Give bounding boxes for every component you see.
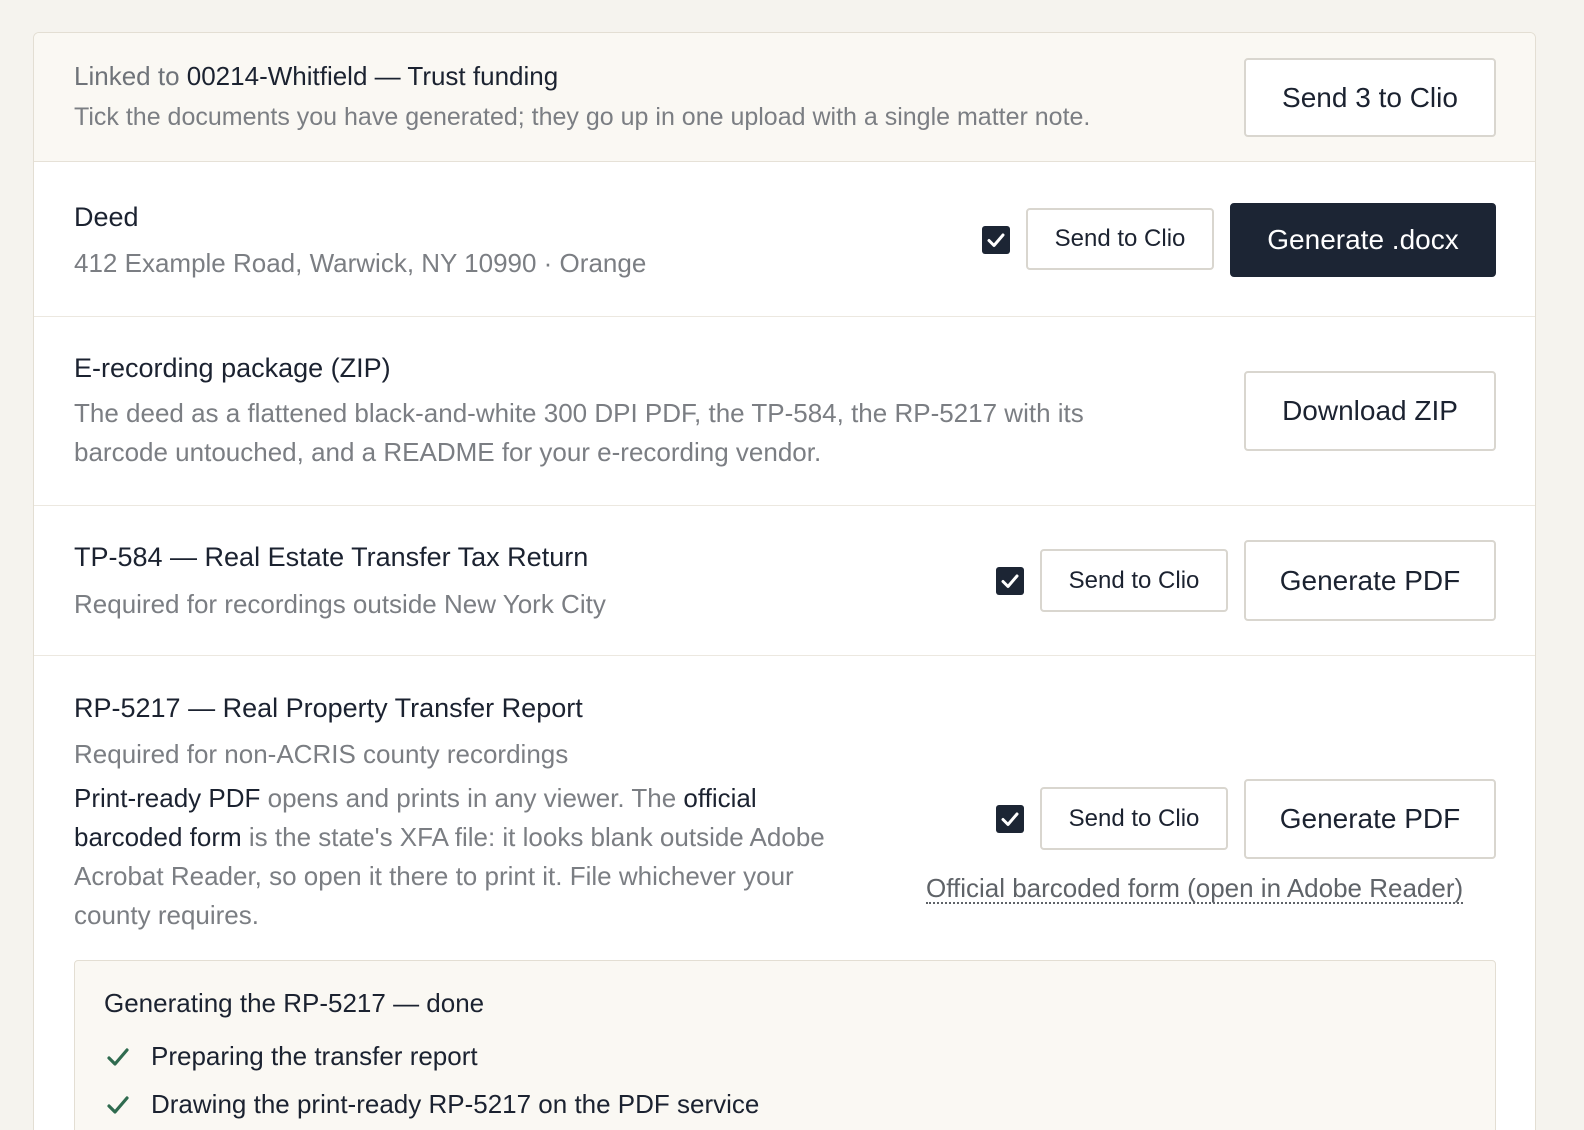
rp5217-note-line: Acrobat Reader, so open it there to prin… — [74, 861, 794, 891]
generation-status-panel: Generating the RP-5217 — done Preparing … — [74, 960, 1496, 1130]
panel-header: Linked to 00214-Whitfield — Trust fundin… — [34, 33, 1535, 162]
header-description: Tick the documents you have generated; t… — [74, 103, 1091, 131]
matter-name: 00214-Whitfield — Trust funding — [186, 61, 559, 91]
note-text: opens and prints in any viewer. The — [260, 783, 684, 813]
deed-send-checkbox[interactable] — [982, 226, 1010, 254]
document-row-tp584: TP-584 — Real Estate Transfer Tax Return… — [34, 506, 1535, 656]
checkmark-icon — [1001, 574, 1019, 588]
linked-prefix: Linked to — [74, 61, 180, 91]
generate-docx-button[interactable]: Generate .docx — [1230, 203, 1496, 277]
tp584-send-checkbox[interactable] — [996, 567, 1024, 595]
document-row-erecording: E-recording package (ZIP) The deed as a … — [34, 317, 1535, 506]
erecording-description: The deed as a flattened black-and-white … — [74, 394, 1084, 472]
rp5217-title: RP-5217 — Real Property Transfer Report — [74, 693, 583, 723]
status-step-label: Drawing the print-ready RP-5217 on the P… — [151, 1089, 760, 1119]
rp5217-note-line: Print-ready PDF opens and prints in any … — [74, 779, 904, 818]
rp5217-send-checkbox[interactable] — [996, 805, 1024, 833]
note-text: is the state's XFA file: it looks blank … — [241, 822, 825, 852]
deed-subtitle: 412 Example Road, Warwick, NY 10990 · Or… — [74, 248, 647, 278]
erecording-title: E-recording package (ZIP) — [74, 353, 391, 383]
send-all-to-clio-button[interactable]: Send 3 to Clio — [1244, 58, 1496, 137]
tp584-generate-pdf-button[interactable]: Generate PDF — [1244, 540, 1496, 621]
rp5217-send-to-clio-button[interactable]: Send to Clio — [1040, 787, 1228, 850]
check-icon — [107, 1095, 129, 1114]
rp5217-generate-pdf-button[interactable]: Generate PDF — [1244, 779, 1496, 859]
erecording-description-line: The deed as a flattened black-and-white … — [74, 398, 1084, 428]
linked-matter: Linked to 00214-Whitfield — Trust fundin… — [74, 61, 558, 92]
clio-upload-panel: Linked to 00214-Whitfield — Trust fundin… — [33, 32, 1536, 1130]
status-step-label: Preparing the transfer report — [151, 1041, 478, 1071]
tp584-title: TP-584 — Real Estate Transfer Tax Return — [74, 542, 589, 572]
status-title: Generating the RP-5217 — done — [104, 988, 485, 1018]
deed-send-to-clio-button[interactable]: Send to Clio — [1026, 208, 1214, 270]
official-emphasis: official — [683, 783, 757, 813]
rp5217-note-line: county requires. — [74, 900, 259, 930]
check-icon — [107, 1047, 129, 1066]
rp5217-note-line: barcoded form is the state's XFA file: i… — [74, 818, 904, 857]
print-ready-emphasis: Print-ready PDF — [74, 783, 261, 813]
checkmark-icon — [1001, 812, 1019, 826]
official-barcoded-form-link[interactable]: Official barcoded form (open in Adobe Re… — [926, 874, 1464, 904]
barcoded-form-emphasis: barcoded form — [74, 822, 242, 852]
deed-title: Deed — [74, 202, 139, 232]
checkmark-icon — [987, 233, 1005, 247]
status-step: Drawing the print-ready RP-5217 on the P… — [105, 1089, 759, 1120]
erecording-description-line: barcode untouched, and a README for your… — [74, 437, 822, 467]
download-zip-button[interactable]: Download ZIP — [1244, 371, 1496, 451]
status-step: Preparing the transfer report — [105, 1041, 478, 1072]
document-row-deed: Deed 412 Example Road, Warwick, NY 10990… — [34, 162, 1535, 317]
rp5217-format-note: Print-ready PDF opens and prints in any … — [74, 779, 904, 935]
tp584-send-to-clio-button[interactable]: Send to Clio — [1040, 549, 1228, 612]
tp584-subtitle: Required for recordings outside New York… — [74, 589, 606, 619]
rp5217-subtitle: Required for non-ACRIS county recordings — [74, 739, 569, 769]
